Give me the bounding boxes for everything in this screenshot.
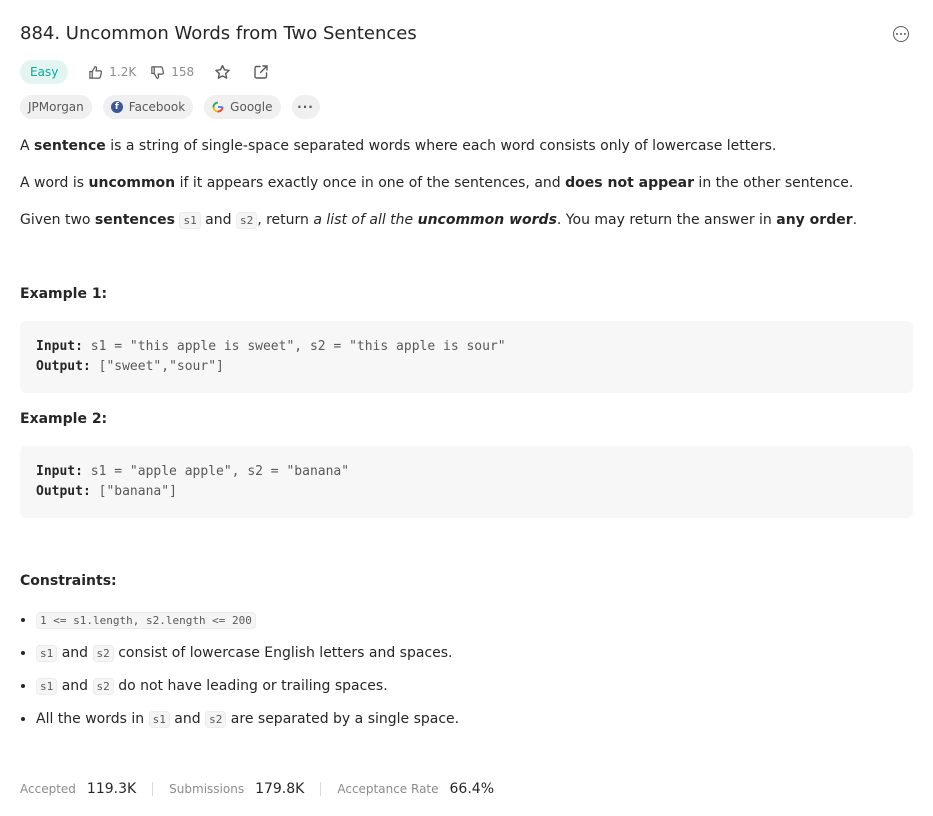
example-2-block: Input: s1 = "apple apple", s2 = "banana"…: [20, 446, 913, 518]
more-horizontal-icon: ···: [297, 100, 314, 114]
acceptance-rate-label: Acceptance Rate: [337, 782, 439, 796]
submissions-label: Submissions: [169, 782, 245, 796]
more-options-icon[interactable]: [893, 26, 909, 42]
example-1-block: Input: s1 = "this apple is sweet", s2 = …: [20, 321, 913, 393]
constraint-item: 1 <= s1.length, s2.length <= 200: [36, 609, 459, 642]
tag-facebook[interactable]: f Facebook: [102, 95, 194, 119]
tag-google[interactable]: Google: [204, 95, 281, 119]
accepted-value: 119.3K: [86, 781, 137, 797]
divider: [320, 782, 322, 796]
more-tags-button[interactable]: ···: [291, 95, 320, 119]
like-button[interactable]: 1.2K: [88, 65, 136, 80]
constraints-heading: Constraints:: [20, 573, 117, 589]
facebook-icon: f: [110, 101, 123, 113]
like-count: 1.2K: [109, 65, 137, 79]
stats-footer: Accepted 119.3K Submissions 179.8K Accep…: [20, 781, 494, 797]
thumbs-up-icon: [89, 65, 103, 79]
company-tags: JPMorgan f Facebook Google ···: [20, 95, 331, 119]
title-row: 884. Uncommon Words from Two Sentences: [20, 22, 913, 48]
description-paragraph-3: Given two sentences s1 and s2, return a …: [20, 212, 858, 229]
difficulty-badge: Easy: [20, 60, 69, 84]
dislike-count: 158: [171, 65, 195, 79]
description-paragraph-1: A sentence is a string of single-space s…: [20, 138, 777, 154]
constraint-item: s1 and s2 consist of lowercase English l…: [36, 642, 459, 675]
meta-row: Easy 1.2K 158: [20, 59, 291, 85]
divider: [152, 782, 154, 796]
constraint-item: s1 and s2 do not have leading or trailin…: [36, 675, 459, 708]
submissions-value: 179.8K: [255, 781, 305, 797]
google-icon: [212, 101, 224, 113]
constraints-list: 1 <= s1.length, s2.length <= 200 s1 and …: [36, 609, 459, 741]
constraint-item: All the words in s1 and s2 are separated…: [36, 708, 459, 741]
problem-title: 884. Uncommon Words from Two Sentences: [20, 23, 417, 44]
share-icon: [254, 65, 268, 79]
share-button[interactable]: [253, 64, 269, 80]
accepted-label: Accepted: [20, 782, 76, 796]
thumbs-down-icon: [151, 65, 165, 79]
tag-jpmorgan[interactable]: JPMorgan: [20, 95, 92, 119]
acceptance-rate-value: 66.4%: [449, 781, 494, 797]
description-paragraph-2: A word is uncommon if it appears exactly…: [20, 175, 854, 191]
example-2-heading: Example 2:: [20, 411, 108, 427]
favorite-button[interactable]: [214, 64, 231, 81]
star-icon: [215, 64, 230, 79]
example-1-heading: Example 1:: [20, 286, 108, 302]
dislike-button[interactable]: 158: [150, 65, 194, 80]
